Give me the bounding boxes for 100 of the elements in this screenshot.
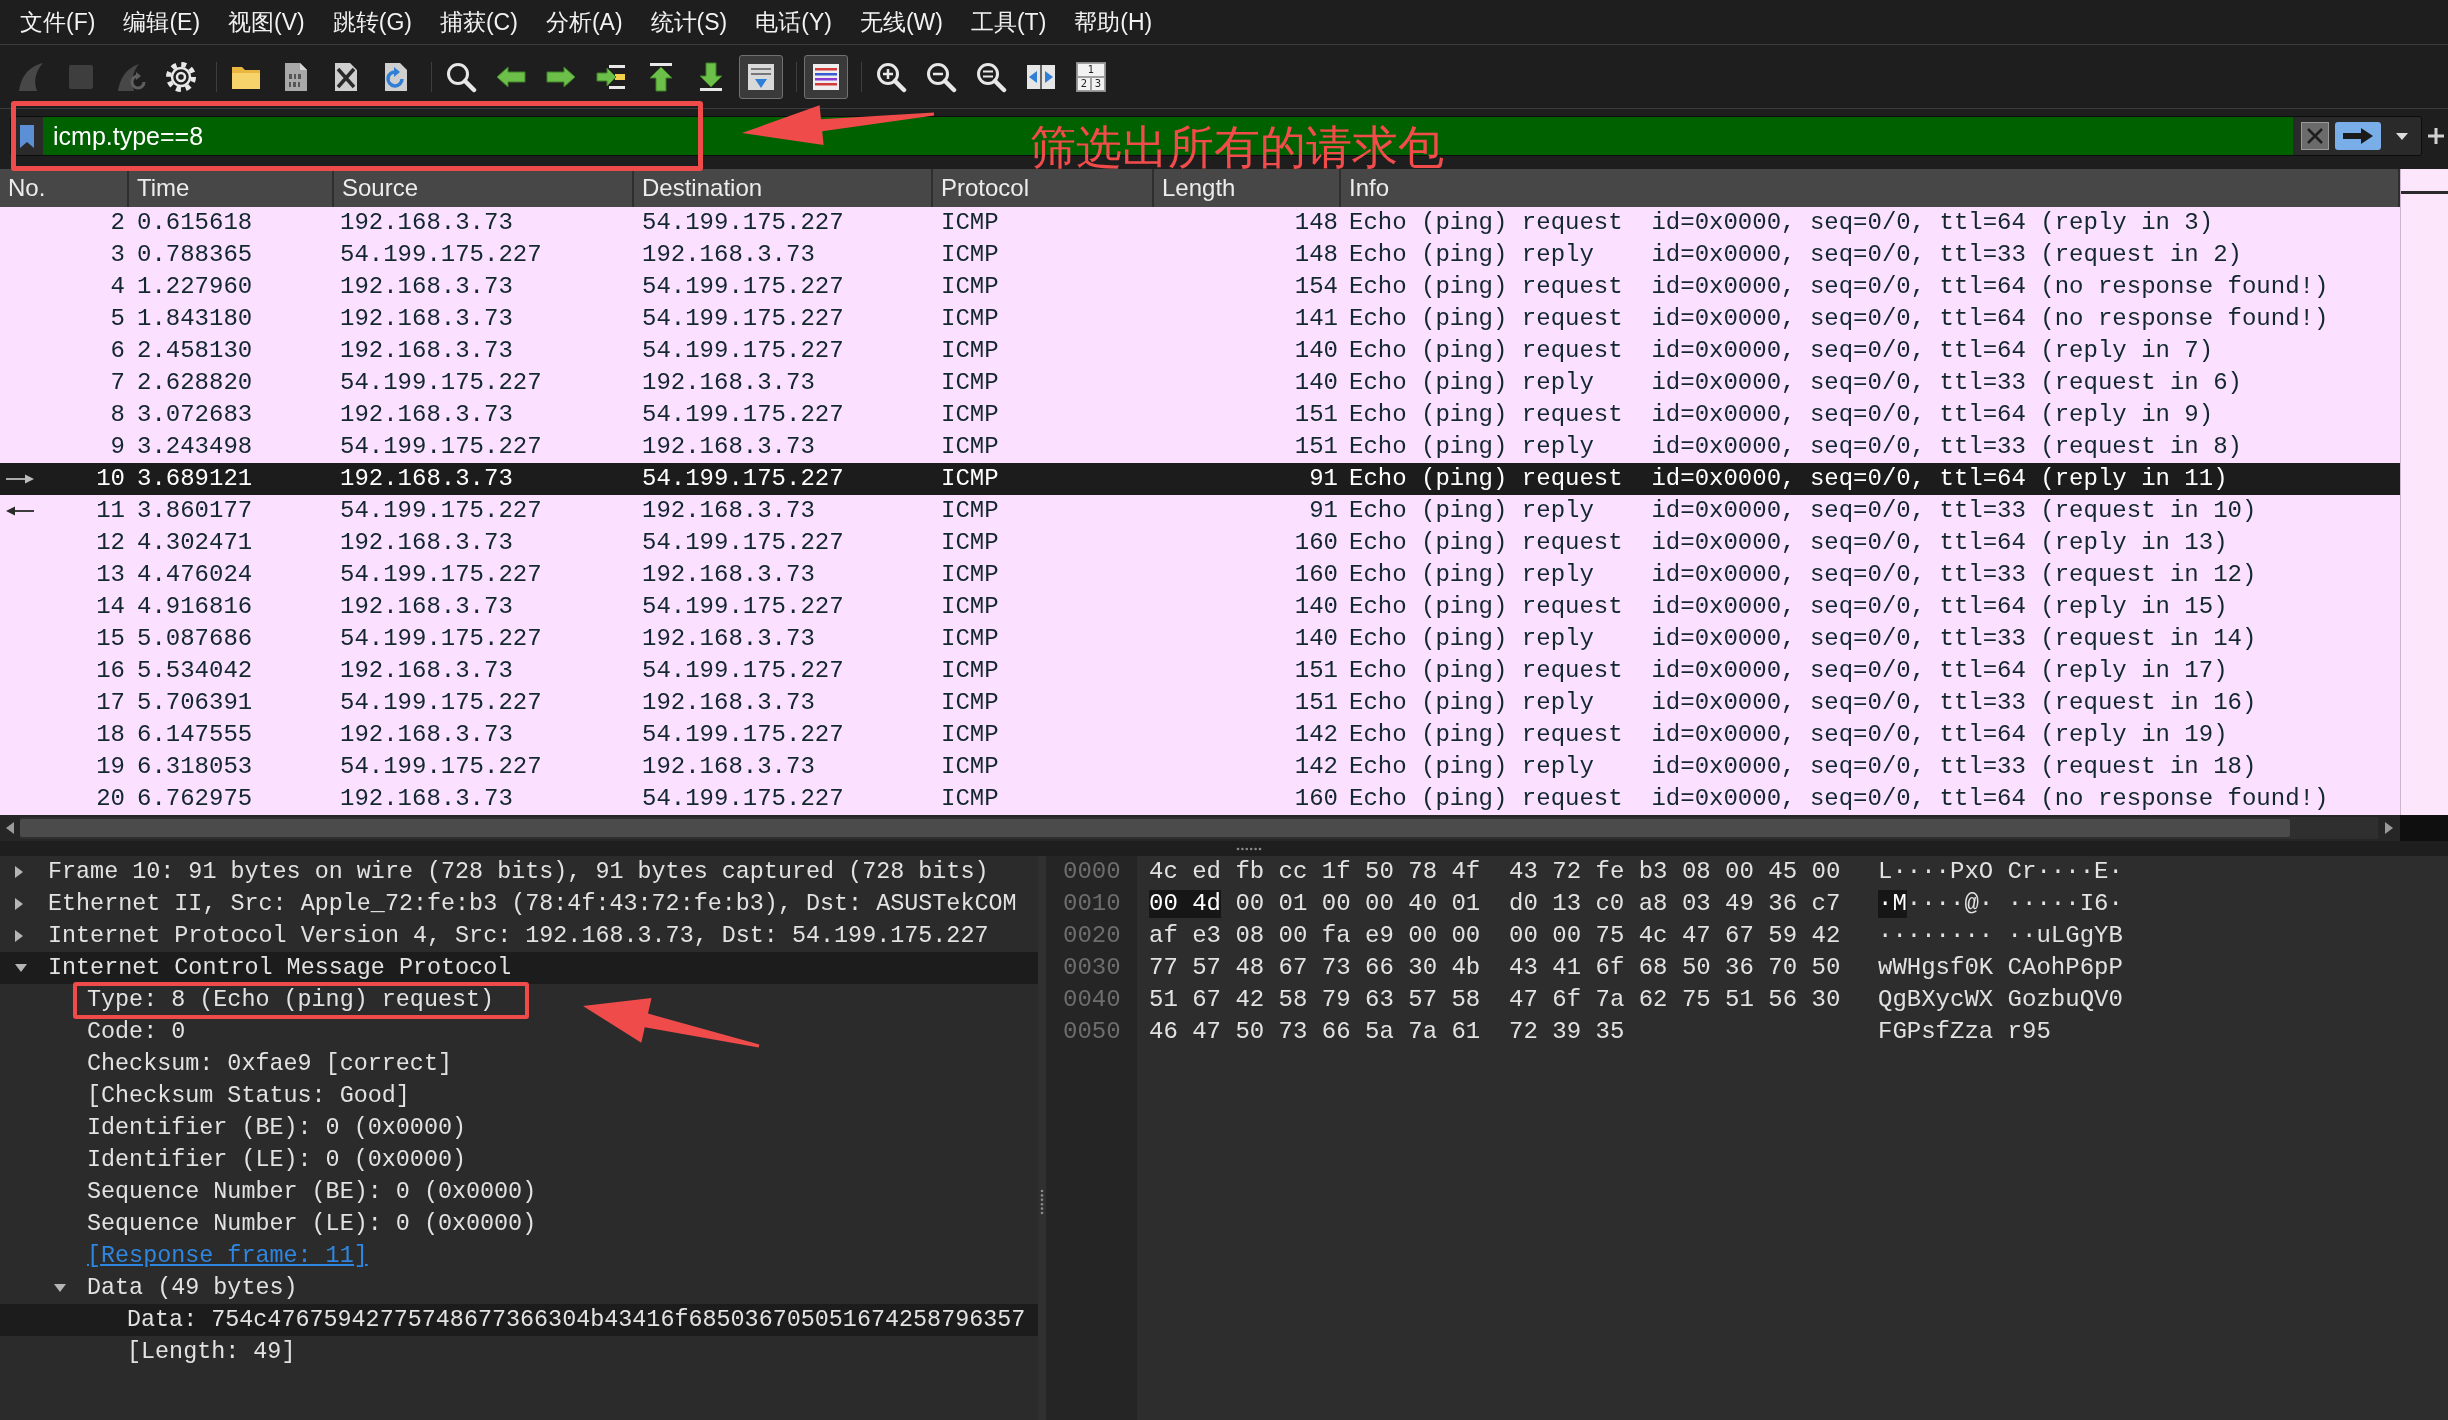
menu-item[interactable]: 视图(V): [214, 0, 319, 44]
hex-bytes[interactable]: 51 67 42 58 79 63 57 58 47 6f 7a 62 75 51 56 30: [1149, 986, 1841, 1014]
autoscroll-button[interactable]: [739, 54, 783, 99]
caret-right-icon[interactable]: [15, 930, 23, 942]
table-cell-text: 3.689121: [136, 464, 254, 494]
tree-item[interactable]: Internet Protocol Version 4, Src: 192.168.3.73, Dst: 54.199.175.227: [48, 923, 989, 949]
hex-bytes[interactable]: 46 47 50 73 66 5a 7a 61 72 39 35: [1149, 1018, 1625, 1046]
menu-item[interactable]: 编辑(E): [109, 0, 215, 44]
caret-right-icon: [2385, 822, 2393, 834]
table-cell-text: 54.199.175.227: [339, 368, 543, 398]
menu-item[interactable]: 电话(Y): [741, 0, 846, 44]
hex-bytes[interactable]: af e3 08 00 fa e9 00 00 00 00 75 4c 47 67 59 42: [1149, 922, 1841, 950]
table-cell-text: 18: [95, 720, 126, 750]
tree-item[interactable]: [Length: 49]: [127, 1339, 296, 1365]
table-cell-text: 12: [95, 528, 126, 558]
ascii-text[interactable]: wWHgsf0K CAohP6pP: [1878, 954, 2123, 982]
table-cell-text: Echo (ping) reply id=0x0000, seq=0/0, ttl=33 (request in 6): [1348, 368, 2243, 398]
caret-right-icon[interactable]: [15, 898, 23, 910]
tree-item[interactable]: Ethernet II, Src: Apple_72:fe:b3 (78:4f:43:72:fe:b3), Dst: ASUSTekCOM: [48, 891, 1017, 917]
menu-item[interactable]: 捕获(C): [425, 0, 532, 44]
table-cell-text: ICMP: [940, 336, 1000, 366]
tree-link[interactable]: [Response frame: 11]: [87, 1243, 368, 1269]
tree-item[interactable]: Identifier (BE): 0 (0x0000): [87, 1115, 466, 1141]
table-cell-text: 91: [1308, 464, 1339, 494]
table-cell-text: ICMP: [940, 432, 1000, 462]
tree-item[interactable]: Internet Control Message Protocol: [48, 955, 512, 981]
caret-right-icon[interactable]: [15, 866, 23, 878]
table-cell-text: ICMP: [940, 304, 1000, 334]
tree-item[interactable]: Sequence Number (BE): 0 (0x0000): [87, 1179, 537, 1205]
table-cell-text: 151: [1293, 400, 1339, 430]
tree-item[interactable]: Checksum: 0xfae9 [correct]: [87, 1051, 452, 1077]
table-cell-text: 54.199.175.227: [641, 336, 845, 366]
table-cell-text: 54.199.175.227: [339, 688, 543, 718]
table-cell-text: ICMP: [940, 464, 1000, 494]
menu-item[interactable]: 分析(A): [531, 0, 637, 44]
caret-down-icon[interactable]: [54, 1284, 66, 1292]
table-cell-text: 11: [95, 496, 126, 526]
menu-item[interactable]: 帮助(H): [1060, 0, 1167, 44]
table-cell-text: Echo (ping) reply id=0x0000, seq=0/0, ttl=33 (request in 18): [1348, 752, 2258, 782]
tree-item[interactable]: Frame 10: 91 bytes on wire (728 bits), 91 bytes captured (728 bits): [48, 859, 989, 885]
table-cell-text: 54.199.175.227: [641, 528, 845, 558]
table-cell-text: 4.916816: [136, 592, 254, 622]
hex-bytes[interactable]: 00 01 00 00 40 01 d0 13 c0 a8 03 49 36 c7: [1235, 890, 1841, 918]
vertical-scrollbar[interactable]: [2400, 169, 2448, 815]
table-cell-text: 192.168.3.73: [339, 272, 514, 302]
splitter-grip-icon[interactable]: [1236, 846, 1262, 851]
hex-bytes[interactable]: 00 4d: [1149, 890, 1221, 918]
tree-item[interactable]: Identifier (LE): 0 (0x0000): [87, 1147, 466, 1173]
table-cell-text: 154: [1293, 272, 1339, 302]
table-cell-text: ICMP: [940, 208, 1000, 238]
packet-row[interactable]: 10 3.689121 192.168.3.73 54.199.175.227 ICMP 91 Echo (ping) request id=0x0000, seq=0/0, ttl=64 (reply in 11): [0, 463, 2400, 495]
pane-layout-button[interactable]: 1 2 3: [1069, 54, 1113, 99]
ascii-text[interactable]: L····PxO Cr····E·: [1878, 858, 2123, 886]
table-cell-text: 20: [95, 784, 126, 814]
table-cell-text: 192.168.3.73: [641, 752, 816, 782]
table-cell-text: ICMP: [940, 496, 1000, 526]
splitter-grip-icon[interactable]: [1040, 1189, 1044, 1215]
horizontal-scrollbar[interactable]: [20, 817, 2378, 839]
table-cell-text: 91: [1308, 496, 1339, 526]
tree-item[interactable]: [Checksum Status: Good]: [87, 1083, 410, 1109]
scrollbar-corner: [2400, 815, 2448, 841]
table-cell-text: Echo (ping) request id=0x0000, seq=0/0, ttl=64 (reply in 17): [1348, 656, 2229, 686]
table-cell-text: ICMP: [940, 688, 1000, 718]
tree-item[interactable]: Type: 8 (Echo (ping) request): [87, 987, 495, 1013]
menu-item[interactable]: 工具(T): [956, 0, 1061, 44]
table-cell-text: Echo (ping) request id=0x0000, seq=0/0, ttl=64 (reply in 9): [1348, 400, 2215, 430]
ascii-text[interactable]: ········ ··uLGgYB: [1878, 922, 2123, 950]
table-cell-text: 192.168.3.73: [339, 336, 514, 366]
table-cell-text: Echo (ping) reply id=0x0000, seq=0/0, ttl=33 (request in 12): [1348, 560, 2258, 590]
hex-bytes[interactable]: 4c ed fb cc 1f 50 78 4f 43 72 fe b3 08 00 45 00: [1149, 858, 1841, 886]
tree-item[interactable]: Sequence Number (LE): 0 (0x0000): [87, 1211, 537, 1237]
colorize-button[interactable]: [804, 54, 848, 99]
scrollbar-thumb[interactable]: [20, 819, 2290, 837]
ascii-text[interactable]: ·M: [1878, 890, 1907, 918]
table-cell-text: 3.860177: [136, 496, 254, 526]
ascii-text[interactable]: QgBXycWX GozbuQV0: [1878, 986, 2123, 1014]
hex-bytes[interactable]: 77 57 48 67 73 66 30 4b 43 41 6f 68 50 36 70 50: [1149, 954, 1841, 982]
table-cell-text: 192.168.3.73: [641, 496, 816, 526]
menu-item[interactable]: 无线(W): [845, 0, 957, 44]
table-cell-text: 160: [1293, 528, 1339, 558]
caret-down-icon[interactable]: [15, 964, 27, 972]
table-cell-text: Echo (ping) reply id=0x0000, seq=0/0, ttl=33 (request in 8): [1348, 432, 2243, 462]
ascii-text[interactable]: ····@· ·····I6·: [1906, 890, 2123, 918]
table-cell-text: 13: [95, 560, 126, 590]
menu-item[interactable]: 文件(F): [6, 0, 110, 44]
table-cell-text: 192.168.3.73: [641, 560, 816, 590]
table-cell-text: 148: [1293, 240, 1339, 270]
tree-item[interactable]: Data (49 bytes): [87, 1275, 298, 1301]
plus-icon: [2428, 128, 2444, 144]
menu-item[interactable]: 跳转(G): [318, 0, 426, 44]
table-cell-text: 54.199.175.227: [339, 624, 543, 654]
menu-item[interactable]: 统计(S): [636, 0, 742, 44]
table-cell-text: 17: [95, 688, 126, 718]
table-cell-text: 151: [1293, 688, 1339, 718]
tree-item[interactable]: Code: 0: [87, 1019, 186, 1045]
table-cell-text: 192.168.3.73: [641, 432, 816, 462]
table-cell-text: 192.168.3.73: [339, 400, 514, 430]
ascii-text[interactable]: FGPsfZza r95: [1878, 1018, 2051, 1046]
table-cell-text: 141: [1293, 304, 1339, 334]
table-cell-text: 192.168.3.73: [339, 528, 514, 558]
